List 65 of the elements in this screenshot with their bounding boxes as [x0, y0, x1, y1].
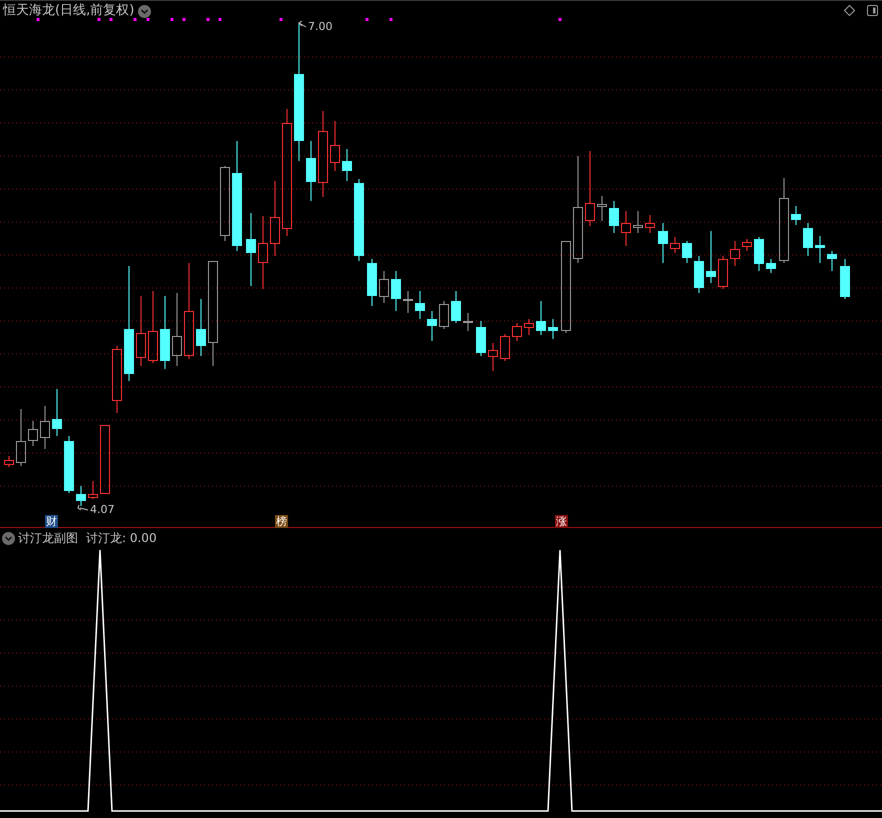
high-price-label: 7.00	[308, 20, 332, 33]
candlestick	[524, 318, 534, 336]
candlestick	[548, 318, 558, 340]
candlestick	[476, 320, 486, 356]
candlestick	[706, 230, 716, 284]
candlestick	[367, 258, 377, 306]
candlestick	[609, 200, 619, 234]
chart-title: 恒天海龙(日线,前复权)	[3, 3, 134, 19]
candlestick	[791, 206, 801, 226]
candlestick	[827, 250, 837, 272]
chevron-down-icon[interactable]	[2, 532, 15, 544]
candlestick	[536, 300, 546, 336]
candlestick	[766, 258, 776, 274]
signal-marker: 榜	[275, 515, 288, 528]
chevron-down-icon[interactable]	[138, 4, 152, 18]
leader-line	[77, 504, 88, 510]
signal-marker: 财	[45, 515, 58, 528]
candlestick	[633, 210, 643, 234]
leader-line	[298, 20, 306, 28]
candlestick	[451, 290, 461, 324]
candlestick	[439, 300, 449, 330]
indicator-value: 讨汀龙: 0.00	[86, 530, 157, 546]
candlestick	[730, 240, 740, 266]
candlestick	[803, 222, 813, 256]
candlestick	[718, 256, 728, 290]
candlestick	[52, 388, 62, 436]
candlestick	[40, 406, 50, 450]
candlestick	[403, 290, 413, 314]
candlestick	[488, 342, 498, 372]
candlestick	[682, 240, 692, 264]
indicator-title: 讨汀龙副图	[18, 530, 78, 546]
diamond-icon[interactable]	[844, 5, 855, 16]
candlestick	[28, 420, 38, 446]
candlestick	[815, 236, 825, 264]
candlestick	[840, 258, 850, 300]
candlestick	[597, 196, 607, 222]
candlestick	[306, 140, 316, 202]
candlestick	[754, 236, 764, 272]
candlestick	[621, 210, 631, 246]
candlestick	[645, 214, 655, 234]
candlestick	[4, 456, 14, 468]
candlestick	[512, 322, 522, 342]
candlestick	[342, 148, 352, 182]
candlestick	[196, 298, 206, 356]
candlestick	[742, 238, 752, 252]
candlestick	[379, 270, 389, 304]
candlestick	[500, 334, 510, 362]
candlestick	[391, 270, 401, 312]
candlestick	[463, 312, 473, 332]
candlestick	[670, 236, 680, 254]
candlestick	[88, 480, 98, 500]
candlestick	[112, 346, 122, 414]
signal-marker: 涨	[555, 515, 568, 528]
candlestick	[100, 424, 110, 494]
candlestick	[427, 310, 437, 342]
candlestick	[76, 486, 86, 506]
candlestick	[330, 120, 340, 172]
low-price-label: 4.07	[90, 503, 114, 516]
panel-toggle-icon[interactable]	[867, 5, 878, 16]
candlestick	[658, 222, 668, 264]
candlestick	[136, 296, 146, 366]
candlestick	[16, 408, 26, 466]
candlestick	[415, 290, 425, 320]
candlestick	[694, 256, 704, 294]
candlestick	[64, 436, 74, 494]
